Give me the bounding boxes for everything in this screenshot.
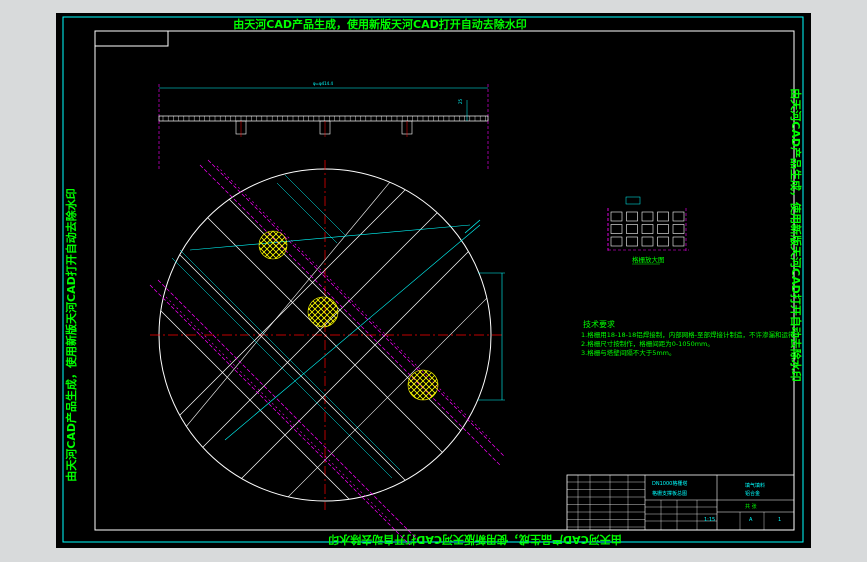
grid-cell bbox=[672, 211, 685, 222]
detail-label: 格栅放大图 bbox=[632, 255, 665, 264]
watermark-bottom: 由天河CAD产品生成，使用新版天河CAD打开自动去除水印 bbox=[328, 533, 621, 547]
grid-detail-view: 格栅放大图 bbox=[607, 196, 689, 265]
corner-box bbox=[94, 30, 169, 47]
grid-cell bbox=[672, 236, 685, 247]
hatch-region-1 bbox=[258, 230, 288, 260]
title-sheet: 1 bbox=[778, 517, 781, 523]
title-qty: 共 张 bbox=[745, 503, 757, 510]
tech-note-3: 3.格栅与塔壁间隔不大于5mm。 bbox=[581, 348, 676, 357]
grid-cell bbox=[610, 211, 623, 222]
title-revision: A bbox=[749, 517, 753, 523]
watermark-top: 由天河CAD产品生成，使用新版天河CAD打开自动去除水印 bbox=[233, 17, 526, 31]
cad-application: 由天河CAD产品生成，使用新版天河CAD打开自动去除水印 由天河CAD产品生成，… bbox=[0, 0, 867, 562]
grid-cell bbox=[657, 224, 669, 234]
hatch-region-3 bbox=[407, 369, 439, 401]
title-material: 铝合金 bbox=[745, 490, 760, 497]
technical-notes: 技术要求 1.格栅用18-18-18铝焊接制，内部网格-至部焊接计制造，不许渗漏… bbox=[581, 319, 801, 357]
plan-view bbox=[149, 159, 506, 546]
title-drawing-name-1: DN1000格栅塔 bbox=[652, 480, 687, 487]
grid-cell bbox=[672, 224, 685, 234]
grid-cell bbox=[657, 211, 669, 222]
grid-cell bbox=[610, 236, 623, 247]
grid-cell bbox=[610, 224, 623, 234]
tech-note-1: 1.格栅用18-18-18铝焊接制，内部网格-至部焊接计制造，不许渗漏和运行。 bbox=[581, 330, 801, 339]
grid-cell bbox=[641, 236, 654, 247]
outer-frame bbox=[62, 16, 804, 543]
hatch-region-2 bbox=[307, 296, 339, 328]
title-block: DN1000格栅塔 格栅支撑板总图 填气填料 铝合金 共 张 1:15 1 A bbox=[566, 474, 795, 531]
grid-cell bbox=[626, 224, 638, 234]
tech-note-2: 2.格栅尺寸按制作，格栅间距为0-1050mm。 bbox=[581, 339, 714, 348]
grid-cell bbox=[626, 236, 638, 247]
overall-width-dim: φ=φ414.4 bbox=[313, 81, 334, 86]
grid-cell bbox=[641, 211, 654, 222]
inner-frame bbox=[94, 30, 795, 531]
tech-notes-heading: 技术要求 bbox=[583, 319, 615, 329]
title-scale: 1:15 bbox=[704, 517, 715, 523]
grid-cell bbox=[641, 224, 654, 234]
watermark-left: 由天河CAD产品生成，使用新版天河CAD打开自动去除水印 bbox=[64, 188, 78, 481]
elevation-view: φ=φ414.4 25 bbox=[158, 81, 489, 170]
title-company: 填气填料 bbox=[745, 482, 765, 489]
drawing-canvas[interactable]: 由天河CAD产品生成，使用新版天河CAD打开自动去除水印 由天河CAD产品生成，… bbox=[0, 0, 867, 562]
title-drawing-name-2: 格栅支撑板总图 bbox=[652, 490, 687, 497]
grid-cell bbox=[657, 236, 669, 247]
grid-cell bbox=[626, 211, 638, 222]
height-dim: 25 bbox=[458, 98, 463, 104]
